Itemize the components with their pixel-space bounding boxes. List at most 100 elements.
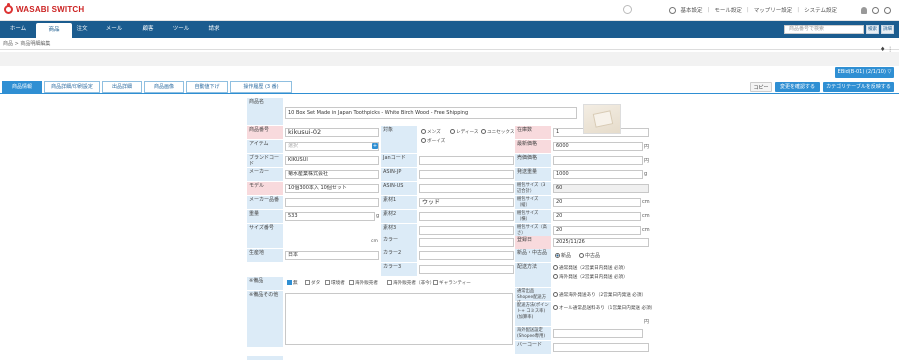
settings-icon[interactable] (884, 6, 891, 14)
ship-weight-unit: g (644, 171, 648, 177)
material1-field[interactable]: ウッド (419, 198, 514, 207)
tab-product-images[interactable]: 商品画像 (144, 81, 184, 93)
pack-length-field[interactable]: 20 (553, 198, 641, 207)
quantity-opt-4[interactable]: 海外販売者（非今） (387, 280, 434, 286)
barcode-label: バーコード (515, 341, 551, 354)
nav-tools[interactable]: ツール (163, 21, 199, 38)
pack-width-field[interactable]: 20 (553, 212, 641, 221)
product-image[interactable] (583, 104, 621, 134)
ebid-button[interactable]: EBid(B-01) (2/1/10) ▽ (835, 67, 894, 78)
confirm-change-button[interactable]: 変更を確認する (775, 82, 820, 92)
latest-price-field[interactable]: 6000 (553, 142, 643, 151)
maker-part-field[interactable] (285, 198, 379, 207)
bell-icon[interactable] (861, 6, 867, 14)
tab-history[interactable]: 操作履歴 (3 番) (230, 81, 292, 93)
maker-part-label: メーカー品番 (247, 196, 283, 209)
toolbar-strip (0, 52, 899, 66)
new-used-label: 新品・中古品 (515, 249, 551, 262)
color2-field[interactable] (419, 251, 514, 260)
link-system-settings[interactable]: システム設定 (804, 6, 837, 14)
origin-label: 生産地 (247, 249, 283, 262)
weight-field[interactable]: 533 (285, 212, 375, 221)
target-label: 対象 (381, 126, 417, 153)
nav-billing[interactable]: 請求 (196, 21, 232, 38)
asin-jp-field[interactable] (419, 170, 514, 179)
search-button[interactable]: 検索 (866, 25, 879, 34)
notes-field[interactable] (285, 293, 513, 345)
shipping-option-normal[interactable]: 通常発送（2営業日内発送 必須） (553, 265, 628, 271)
color3-label: カラー3 (381, 263, 417, 276)
tab-listing-detail[interactable]: 出品詳細 (102, 81, 142, 93)
condition-new-radio[interactable]: 新品 (555, 252, 571, 259)
nav-orders[interactable]: 注文 (64, 21, 100, 38)
pack-height-field[interactable]: 20 (553, 226, 641, 235)
quantity-opt-0[interactable]: 無 (287, 280, 298, 286)
pack-total-field[interactable]: 60 (553, 184, 649, 193)
target-boys[interactable]: ボーイズ (421, 138, 445, 144)
overseas-shipping-label: 海外配送設定(Shopee専用) (515, 327, 551, 340)
quantity-opt-3[interactable]: 海外販売者 (349, 280, 378, 286)
brand-code-field[interactable]: KIKUSUI (285, 156, 379, 165)
shopee-shipping-option[interactable]: 通常海外発送あり（2営業日内発送 必須） (553, 292, 646, 298)
product-form: 商品名 10 Box Set Made in Japan Toothpicks … (247, 98, 655, 360)
apply-category-table-button[interactable]: カテゴリテーブルを反映する (823, 82, 894, 92)
tab-underline (0, 93, 899, 94)
color-field[interactable] (419, 238, 514, 247)
tab-product-info[interactable]: 商品情報 (2, 81, 42, 93)
top-links: 基本設定 | モール設定 | マップリー設定 | システム設定 (668, 6, 891, 14)
sku-field[interactable]: kikusui-02 (285, 128, 379, 137)
quantity-opt-1[interactable]: ダタ (305, 280, 320, 286)
pack-height-unit: cm (642, 227, 650, 233)
info-icon[interactable] (872, 6, 879, 14)
target-unisex[interactable]: ユニセックス (481, 129, 514, 135)
asin-jp-label: ASIN-JP (381, 168, 417, 181)
tab-auto-discount[interactable]: 自動値下げ (186, 81, 228, 93)
shipping-option-overseas[interactable]: 海外発送（2営業日内発送 必須） (553, 274, 628, 280)
model-label: モデル (247, 182, 283, 195)
product-name-field[interactable]: 10 Box Set Made in Japan Toothpicks - Wh… (285, 107, 577, 119)
barcode-field[interactable] (553, 343, 649, 352)
pack-length-unit: cm (642, 199, 650, 205)
tab-product-detail[interactable]: 商品詳細/印刷設定 (44, 81, 100, 93)
reg-date-field[interactable]: 2025/11/26 (553, 238, 649, 247)
color3-field[interactable] (419, 265, 514, 274)
app-logo[interactable]: WASABI SWITCH (4, 3, 84, 14)
nav-home[interactable]: ホーム (0, 21, 36, 38)
target-ladies[interactable]: レディース (450, 129, 478, 135)
nav-mail[interactable]: メール (96, 21, 132, 38)
jan-code-field[interactable] (419, 156, 514, 165)
user-avatar-icon[interactable] (623, 5, 632, 14)
detail-search-button[interactable]: 詳細 (881, 25, 894, 34)
ship-weight-field[interactable]: 1000 (553, 170, 643, 179)
sale-price-field[interactable] (553, 156, 643, 165)
link-mall-settings[interactable]: モール設定 (714, 6, 742, 14)
sku-label: 商品番号 (247, 126, 283, 139)
user-icon[interactable] (668, 6, 676, 14)
quantity-opt-5[interactable]: ギャランティー (433, 280, 471, 286)
item-add-icon[interactable]: + (372, 143, 378, 149)
link-basic-settings[interactable]: 基本設定 (681, 6, 703, 14)
link-map-settings[interactable]: マップリー設定 (754, 6, 793, 14)
condition-used-radio[interactable]: 中古品 (579, 252, 600, 259)
overseas-shipping-field[interactable] (553, 329, 643, 338)
breadcrumb-bar (0, 38, 899, 50)
latest-price-unit: 円 (644, 144, 650, 150)
material2-label: 素材2 (381, 210, 417, 223)
origin-field[interactable]: 日本 (285, 251, 379, 260)
point-commission-option[interactable]: オール通常品送料あり（1営業日内発送 必須） (553, 305, 655, 311)
model-field[interactable]: 10個300本入 10個セット (285, 184, 379, 193)
item-select[interactable]: 選択 (285, 142, 379, 151)
asin-us-field[interactable] (419, 184, 514, 193)
search-input[interactable]: 商品番号で検索 (784, 25, 864, 34)
quantity-opt-2[interactable]: 環境者 (325, 280, 345, 286)
copy-button[interactable]: コピー (750, 82, 772, 92)
brand-code-label: ブランドコード (247, 154, 283, 167)
material2-field[interactable] (419, 212, 514, 221)
target-mens[interactable]: メンズ (421, 129, 441, 135)
maker-field[interactable]: 菊水産業株式会社 (285, 170, 379, 179)
material3-field[interactable] (419, 226, 514, 235)
color2-label: カラー2 (381, 249, 417, 262)
point-commission-label: 配送方法(ポイント+ コミス率)(加算率) (515, 302, 551, 326)
nav-customers[interactable]: 顧客 (130, 21, 166, 38)
overseas-shipping-unit: 円 (644, 319, 650, 325)
